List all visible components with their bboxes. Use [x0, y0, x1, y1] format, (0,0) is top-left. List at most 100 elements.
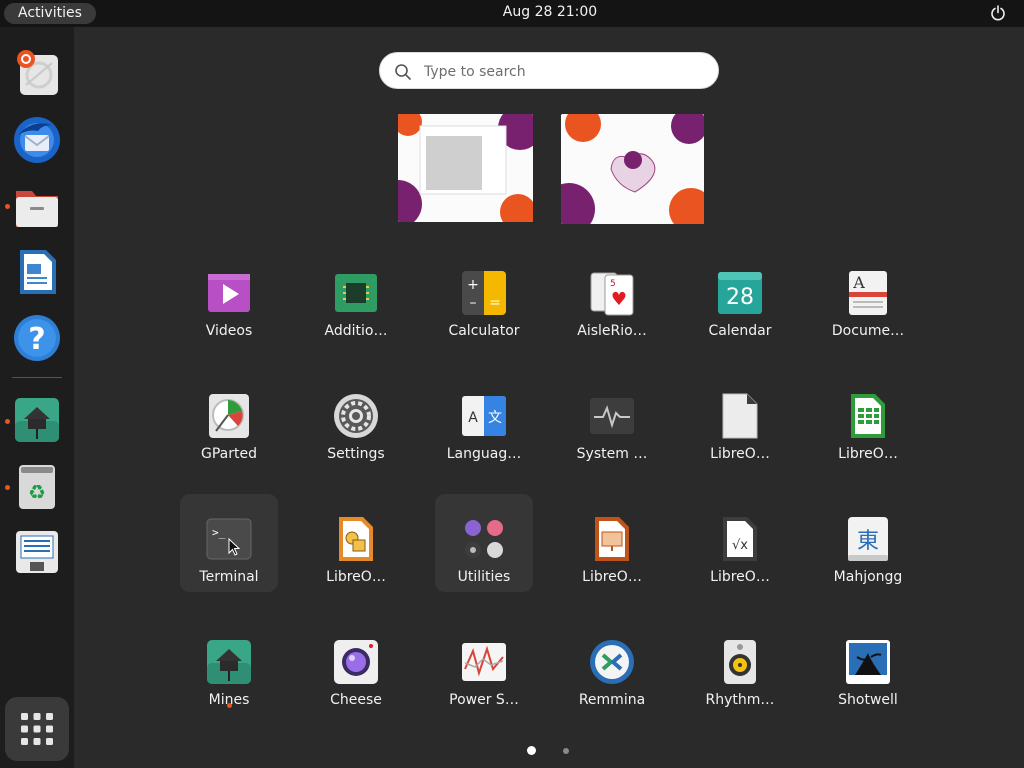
help-icon: ? [14, 315, 60, 361]
app-terminal[interactable]: >_ Terminal [180, 494, 278, 592]
dock-item-document[interactable] [12, 527, 62, 577]
svg-text:?: ? [28, 322, 45, 357]
app-label: Settings [327, 446, 385, 462]
dock: ? ♻ [0, 27, 74, 768]
app-rhythmbox[interactable]: Rhythm… [691, 617, 789, 715]
dock-item-writer[interactable] [12, 247, 62, 297]
app-label: Terminal [199, 569, 259, 585]
math-icon: √x [723, 517, 757, 561]
app-libreoffice-calc[interactable]: LibreO… [819, 371, 917, 469]
draw-icon [339, 517, 373, 561]
app-system-monitor[interactable]: System … [563, 371, 661, 469]
activities-button[interactable]: Activities [4, 3, 96, 24]
language-icon: A 文 [462, 396, 506, 436]
app-label: LibreO… [710, 569, 770, 585]
chip-icon [335, 274, 377, 312]
app-aisleriot[interactable]: 5 ♥ AisleRio… [563, 248, 661, 346]
svg-text:√x: √x [732, 538, 748, 553]
dock-item-mines[interactable] [12, 395, 62, 445]
dock-item-files[interactable] [12, 181, 62, 231]
utilities-folder-icon [465, 520, 503, 558]
power-stats-icon [462, 643, 506, 681]
svg-text:東: 東 [857, 529, 879, 554]
app-label: Additio… [324, 323, 388, 339]
dock-item-help-ubuntu[interactable] [12, 49, 62, 99]
writer-icon [20, 250, 56, 294]
app-label: Videos [205, 323, 253, 339]
rhythmbox-icon [724, 640, 756, 684]
app-utilities-folder[interactable]: Utilities [435, 494, 533, 592]
app-mahjongg[interactable]: 東 Mahjongg [819, 494, 917, 592]
impress-icon [595, 517, 629, 561]
svg-text:A: A [468, 410, 478, 426]
svg-text:♻: ♻ [28, 480, 46, 504]
show-applications-button[interactable] [5, 697, 69, 761]
svg-text:♥: ♥ [611, 289, 627, 310]
app-label: Rhythm… [705, 692, 775, 708]
app-shotwell[interactable]: Shotwell [819, 617, 917, 715]
app-power-statistics[interactable]: Power S… [435, 617, 533, 715]
thunderbird-icon [14, 117, 60, 163]
power-icon[interactable] [990, 5, 1006, 21]
app-gparted[interactable]: GParted [180, 371, 278, 469]
app-label: GParted [201, 446, 257, 462]
top-bar: Activities Aug 28 21:00 [0, 0, 1024, 27]
app-label: Calendar [708, 323, 772, 339]
app-libreoffice-draw[interactable]: LibreO… [307, 494, 405, 592]
search-input[interactable] [422, 53, 706, 90]
svg-text:=: = [489, 295, 501, 311]
app-document-viewer[interactable]: A Docume… [819, 248, 917, 346]
gparted-icon [209, 394, 249, 438]
svg-text:5: 5 [610, 279, 616, 289]
running-indicator [5, 204, 10, 209]
document-viewer-icon: A [849, 271, 887, 315]
dock-separator [12, 377, 62, 378]
libreoffice-icon [722, 393, 758, 439]
app-calendar[interactable]: 28 Calendar [691, 248, 789, 346]
app-label: Power S… [449, 692, 519, 708]
app-cheese[interactable]: Cheese [307, 617, 405, 715]
running-indicator [5, 419, 10, 424]
app-label: Remmina [578, 692, 646, 708]
app-language-support[interactable]: A 文 Languag… [435, 371, 533, 469]
page-indicator-1[interactable] [527, 746, 536, 755]
svg-text:–: – [470, 295, 477, 311]
app-remmina[interactable]: Remmina [563, 617, 661, 715]
app-libreoffice[interactable]: LibreO… [691, 371, 789, 469]
app-additional-drivers[interactable]: Additio… [307, 248, 405, 346]
search-box[interactable] [379, 52, 719, 90]
workspace-thumbnail-2[interactable] [561, 114, 704, 224]
dock-item-thunderbird[interactable] [12, 115, 62, 165]
app-videos[interactable]: Videos [180, 248, 278, 346]
app-calculator[interactable]: + – = Calculator [435, 248, 533, 346]
trash-icon: ♻ [19, 465, 55, 509]
system-monitor-icon [590, 398, 634, 434]
dock-item-help[interactable]: ? [12, 313, 62, 363]
mines-icon [207, 640, 251, 684]
shotwell-icon [846, 640, 890, 684]
app-label: Docume… [831, 323, 905, 339]
app-libreoffice-impress[interactable]: LibreO… [563, 494, 661, 592]
svg-text:A: A [852, 273, 865, 292]
settings-icon [334, 394, 378, 438]
app-label: LibreO… [326, 569, 386, 585]
dock-item-trash[interactable]: ♻ [12, 461, 62, 511]
app-grid-icon [21, 713, 53, 745]
folder-icon [16, 191, 58, 227]
app-settings[interactable]: Settings [307, 371, 405, 469]
workspace-thumbnail-1[interactable] [398, 114, 533, 222]
calendar-icon: 28 [718, 272, 762, 314]
app-label: LibreO… [582, 569, 642, 585]
cards-icon: 5 ♥ [590, 272, 634, 316]
app-label: System … [576, 446, 648, 462]
remmina-icon [590, 640, 634, 684]
svg-text:+: + [467, 277, 479, 293]
app-label: Cheese [330, 692, 382, 708]
app-mines[interactable]: Mines [180, 617, 278, 715]
clock[interactable]: Aug 28 21:00 [500, 4, 600, 20]
running-indicator [5, 485, 10, 490]
page-indicator-2[interactable] [563, 748, 569, 754]
lifebuoy-icon [17, 50, 58, 95]
app-label: Languag… [446, 446, 522, 462]
app-libreoffice-math[interactable]: √x LibreO… [691, 494, 789, 592]
